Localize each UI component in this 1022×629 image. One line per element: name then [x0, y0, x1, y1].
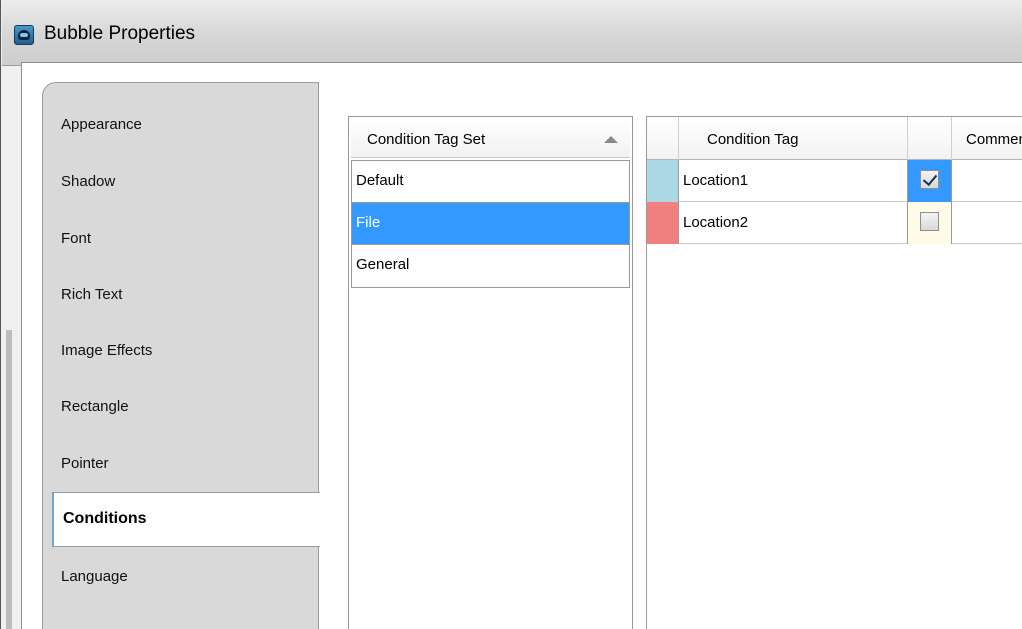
- grid-header-comment[interactable]: Comment: [952, 117, 1022, 160]
- category-rich-text[interactable]: Rich Text: [61, 286, 122, 303]
- tag-set-row-default[interactable]: Default: [352, 161, 629, 203]
- tag-color-swatch[interactable]: [647, 202, 679, 244]
- condition-tag-set-header-label: Condition Tag Set: [367, 131, 486, 148]
- tag-visible-cell[interactable]: [908, 202, 952, 244]
- window-title: Bubble Properties: [44, 23, 196, 44]
- category-language[interactable]: Language: [61, 568, 128, 585]
- grid-header-condition-tag-label: Condition Tag: [707, 131, 799, 148]
- sort-ascending-icon: [604, 136, 618, 143]
- grid-header-visible[interactable]: [908, 117, 952, 160]
- tag-comment-cell[interactable]: [952, 160, 1022, 202]
- category-image-effects[interactable]: Image Effects: [61, 342, 152, 359]
- tag-set-row-file[interactable]: File: [352, 203, 629, 245]
- tag-color-swatch[interactable]: [647, 160, 679, 202]
- grid-header: Condition Tag Comment: [647, 117, 1022, 160]
- tag-set-row-general[interactable]: General: [352, 245, 629, 287]
- window-edge: [6, 330, 12, 629]
- grid-header-comment-label: Comment: [966, 131, 1022, 148]
- category-font[interactable]: Font: [61, 230, 91, 247]
- condition-tag-set-panel: Condition Tag Set Default File General: [348, 116, 633, 629]
- condition-tag-set-list: Default File General: [351, 160, 630, 288]
- category-appearance[interactable]: Appearance: [61, 116, 142, 133]
- category-rectangle[interactable]: Rectangle: [61, 398, 129, 415]
- bubble-app-icon: [14, 25, 34, 45]
- condition-tag-set-header[interactable]: Condition Tag Set: [351, 119, 630, 158]
- tag-visible-checkbox[interactable]: [920, 170, 939, 189]
- tag-name: Location1: [683, 172, 749, 189]
- category-conditions[interactable]: Conditions: [52, 492, 320, 547]
- bubble-properties-window: Bubble Properties Appearance Shadow Font…: [0, 0, 1022, 629]
- title-bar[interactable]: Bubble Properties: [2, 0, 1022, 66]
- tag-comment-cell[interactable]: [952, 202, 1022, 244]
- tag-set-label: Default: [356, 172, 404, 189]
- tag-name-cell[interactable]: Location2: [679, 202, 908, 244]
- grid-header-condition-tag[interactable]: Condition Tag: [679, 117, 908, 160]
- tag-visible-checkbox[interactable]: [920, 212, 939, 231]
- tag-name: Location2: [683, 214, 749, 231]
- grid-header-color[interactable]: [647, 117, 679, 160]
- category-conditions-label: Conditions: [63, 510, 147, 527]
- tag-visible-cell[interactable]: [908, 160, 952, 202]
- category-pointer[interactable]: Pointer: [61, 455, 109, 472]
- tag-name-cell[interactable]: Location1: [679, 160, 908, 202]
- table-row[interactable]: Location1: [647, 160, 1022, 202]
- condition-tag-grid: Condition Tag Comment Location1: [646, 116, 1022, 629]
- tag-set-label: General: [356, 256, 410, 273]
- table-row[interactable]: Location2: [647, 202, 1022, 244]
- tag-set-label: File: [356, 214, 381, 231]
- category-shadow[interactable]: Shadow: [61, 173, 115, 190]
